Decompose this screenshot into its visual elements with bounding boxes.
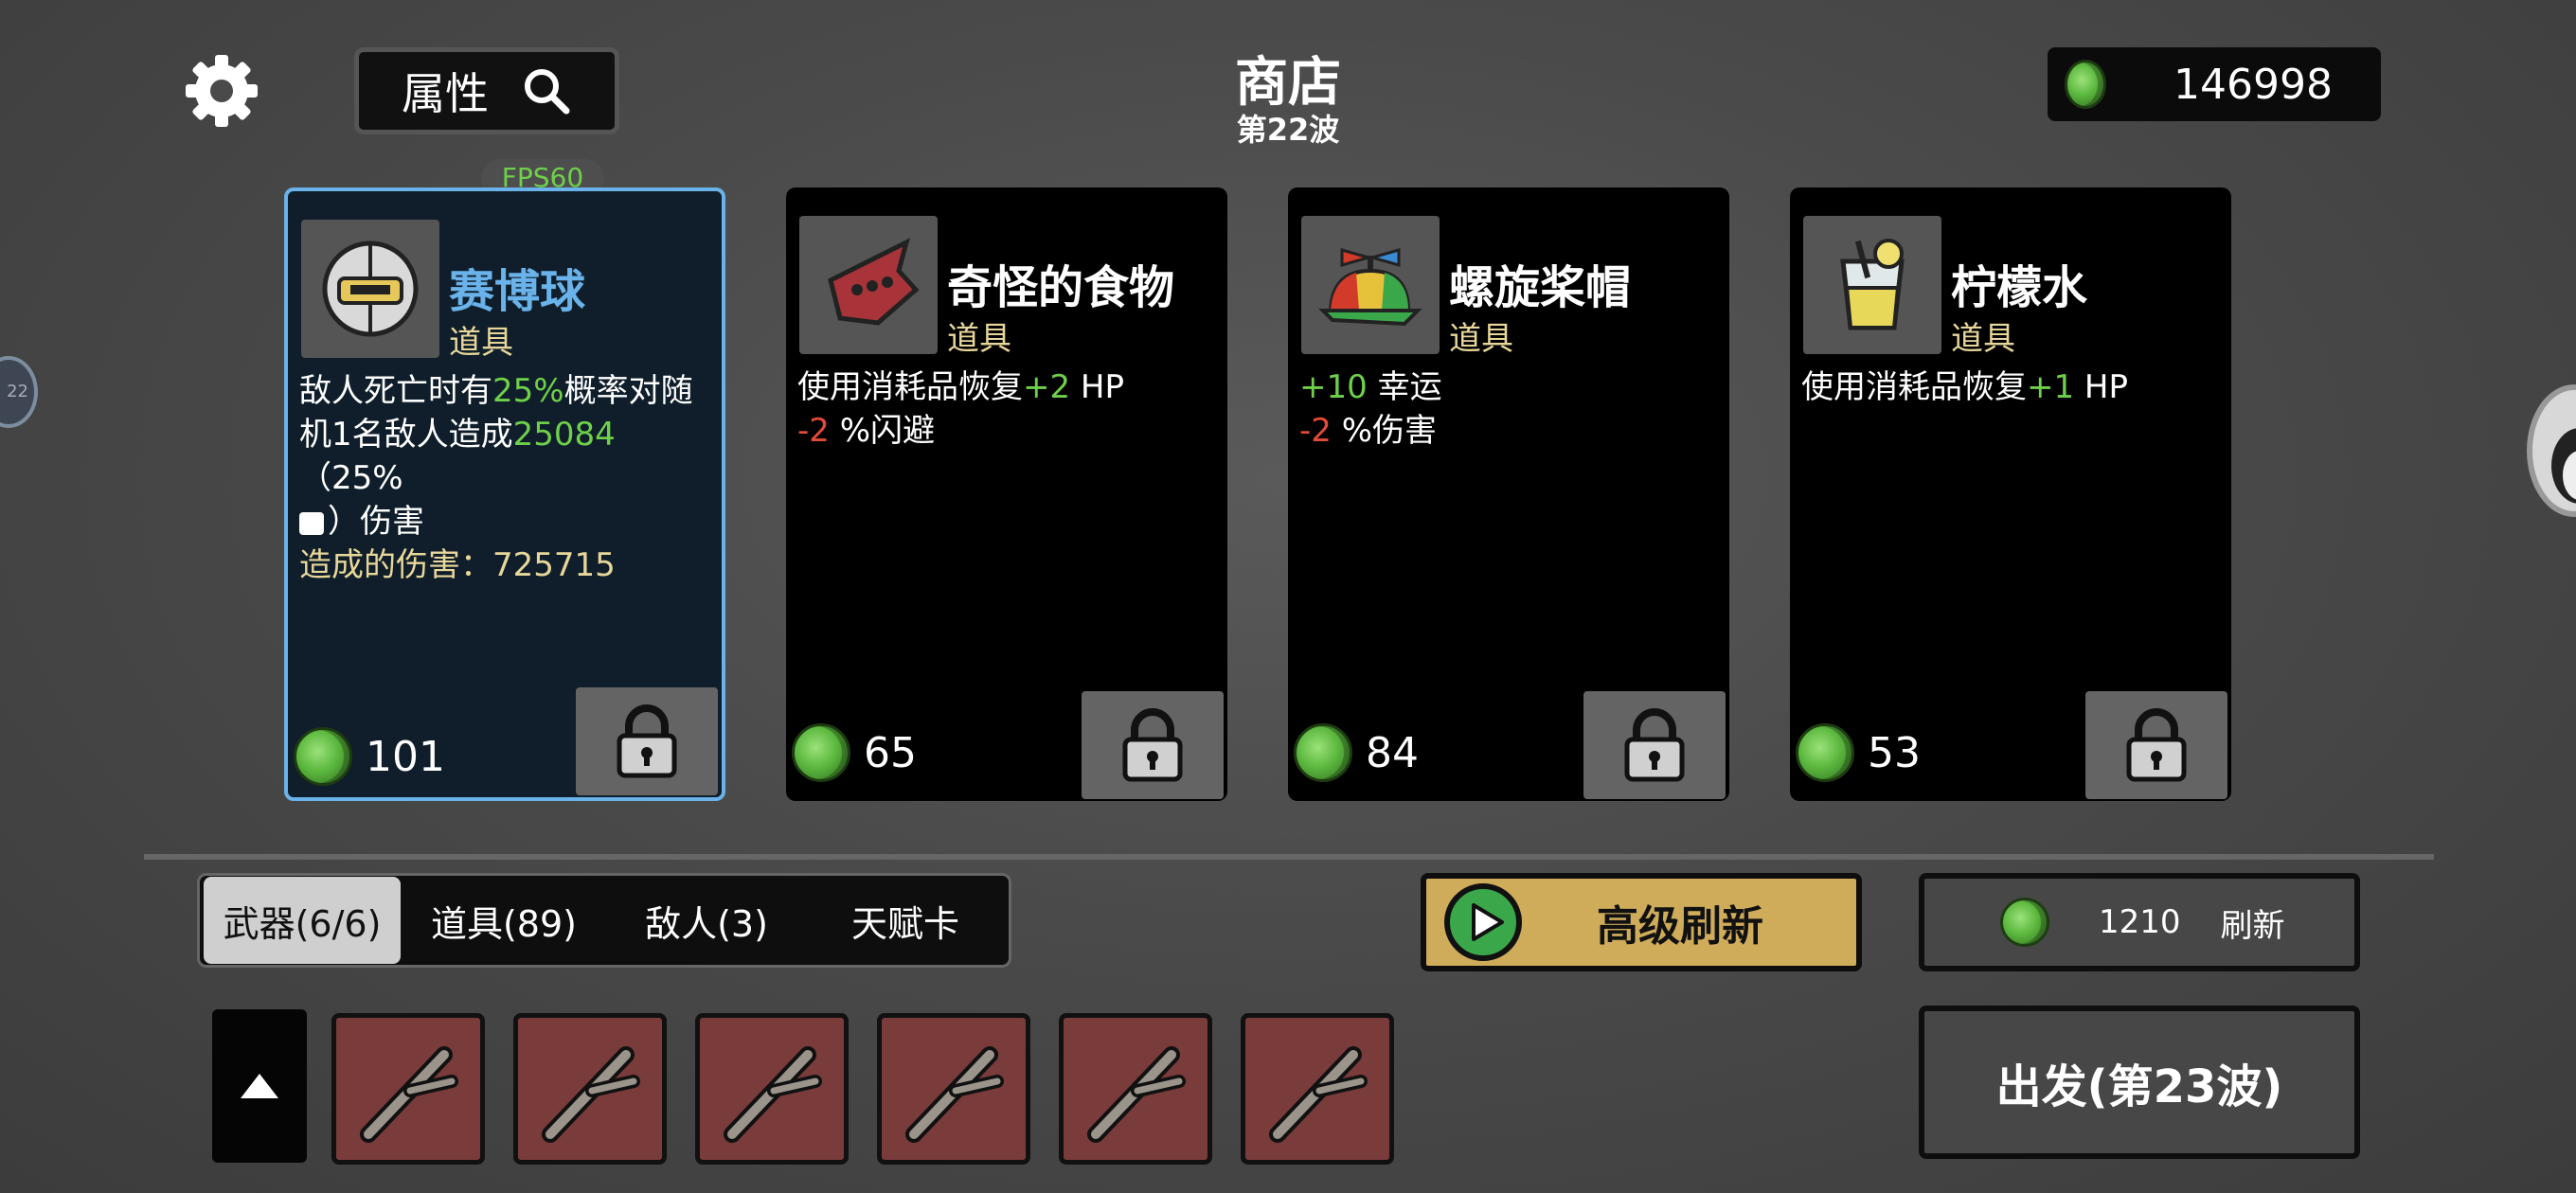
lemonade-icon xyxy=(1803,216,1941,354)
settings-gear-icon[interactable] xyxy=(182,51,261,131)
attributes-button[interactable]: 属性 xyxy=(354,47,619,134)
item-name: 赛博球 xyxy=(449,265,586,318)
weapon-slot[interactable] xyxy=(877,1013,1030,1165)
shop-card-cyber-ball[interactable]: 赛博球 道具 敌人死亡时有25%概率对随 机1名敌人造成25084（25% ）伤… xyxy=(284,187,725,801)
section-divider xyxy=(144,854,2434,860)
dice-icon xyxy=(299,511,324,535)
shop-card-propeller-hat[interactable]: 螺旋桨帽 道具 +10 幸运 -2 %伤害 84 xyxy=(1288,187,1729,801)
branch-icon xyxy=(1269,1046,1368,1143)
item-description: +10 幸运 -2 %伤害 xyxy=(1299,368,1442,450)
item-description: 使用消耗品恢复+2 HP -2 %闪避 xyxy=(797,368,1125,450)
weapon-slot[interactable] xyxy=(1059,1013,1212,1165)
arrow-up-icon xyxy=(241,1074,278,1098)
weapon-slot[interactable] xyxy=(513,1013,667,1165)
item-name: 柠檬水 xyxy=(1951,261,2088,314)
item-description: 敌人死亡时有25%概率对随 机1名敌人造成25084（25% ）伤害 造成的伤害… xyxy=(299,372,693,584)
item-category: 道具 xyxy=(449,324,513,362)
branch-icon xyxy=(1087,1046,1186,1143)
coin-icon xyxy=(2065,60,2106,109)
coin-icon xyxy=(1294,723,1352,782)
lock-icon xyxy=(1122,708,1183,782)
item-description: 使用消耗品恢复+1 HP xyxy=(1801,368,2129,406)
branch-icon xyxy=(542,1046,640,1143)
item-price: 53 xyxy=(1868,729,1921,777)
refresh-button[interactable]: 1210 刷新 xyxy=(1919,873,2360,971)
coin-icon xyxy=(294,727,352,786)
lock-button[interactable] xyxy=(1082,691,1224,799)
lock-button[interactable] xyxy=(1583,691,1726,799)
wave-subtitle: 第22波 xyxy=(1236,112,1340,148)
tab-talent-cards[interactable]: 天赋卡 xyxy=(806,877,1005,964)
shop-card-lemonade[interactable]: 柠檬水 道具 使用消耗品恢复+1 HP 53 xyxy=(1790,187,2231,801)
item-price: 65 xyxy=(864,729,917,777)
right-edge-character-avatar[interactable] xyxy=(2527,384,2576,517)
money-value: 146998 xyxy=(2174,60,2333,109)
branch-icon xyxy=(905,1046,1004,1143)
weird-food-icon xyxy=(799,216,938,354)
item-price: 84 xyxy=(1366,729,1419,777)
lock-button[interactable] xyxy=(2085,691,2227,799)
coin-icon xyxy=(792,723,850,782)
item-name: 奇怪的食物 xyxy=(947,261,1175,314)
lock-icon xyxy=(617,704,677,778)
inventory-tabs: 武器(6/6) 道具(89) 敌人(3) 天赋卡 xyxy=(197,873,1011,968)
depart-next-wave-button[interactable]: 出发(第23波) xyxy=(1919,1006,2360,1159)
branch-icon xyxy=(724,1046,822,1143)
shop-card-weird-food[interactable]: 奇怪的食物 道具 使用消耗品恢复+2 HP -2 %闪避 65 xyxy=(786,187,1227,801)
attributes-label: 属性 xyxy=(402,68,489,119)
weapon-slot[interactable] xyxy=(1241,1013,1394,1165)
item-name: 螺旋桨帽 xyxy=(1449,261,1632,314)
coin-icon xyxy=(2000,898,2049,947)
advanced-refresh-label: 高级刷新 xyxy=(1597,902,1763,951)
item-category: 道具 xyxy=(1449,320,1513,358)
propeller-hat-icon xyxy=(1301,216,1440,354)
coin-icon xyxy=(1796,723,1854,782)
weapon-slot[interactable] xyxy=(331,1013,485,1165)
lock-button[interactable] xyxy=(576,687,718,795)
lock-icon xyxy=(2126,708,2187,782)
item-category: 道具 xyxy=(947,320,1011,358)
tab-items[interactable]: 道具(89) xyxy=(401,877,607,964)
item-price: 101 xyxy=(366,733,445,781)
weapon-slot[interactable] xyxy=(695,1013,849,1165)
left-edge-badge[interactable]: 22 xyxy=(0,356,38,428)
tab-weapons[interactable]: 武器(6/6) xyxy=(204,877,401,964)
item-category: 道具 xyxy=(1951,320,2015,358)
lock-icon xyxy=(1624,708,1685,782)
expand-up-button[interactable] xyxy=(212,1009,307,1163)
money-display: 146998 xyxy=(2048,47,2381,121)
play-icon xyxy=(1444,883,1522,961)
cyber-ball-icon xyxy=(301,220,439,358)
tab-enemies[interactable]: 敌人(3) xyxy=(607,877,806,964)
refresh-label: 刷新 xyxy=(2220,906,2285,945)
refresh-cost: 1210 xyxy=(2099,903,2181,941)
advanced-refresh-button[interactable]: 高级刷新 xyxy=(1421,873,1862,971)
page-title: 商店 xyxy=(1235,52,1341,114)
branch-icon xyxy=(360,1046,458,1143)
search-icon xyxy=(525,69,570,115)
